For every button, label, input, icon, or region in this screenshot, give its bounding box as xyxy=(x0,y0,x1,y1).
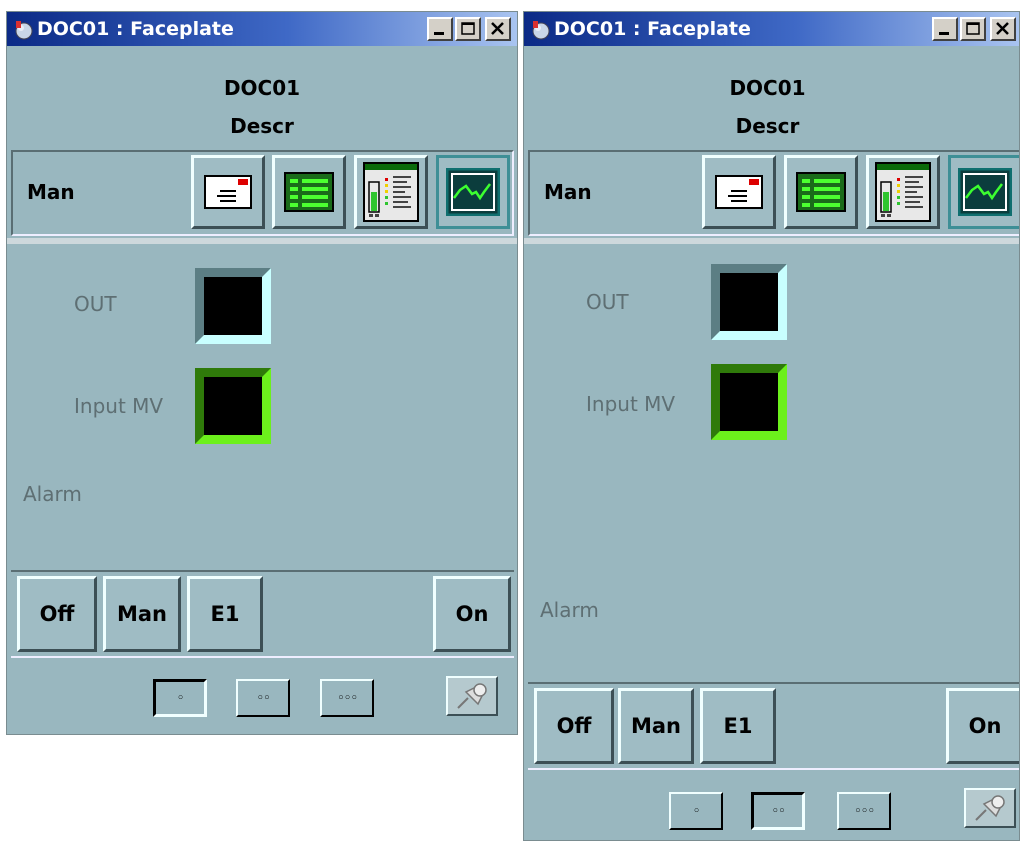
off-button[interactable]: Off xyxy=(534,688,614,764)
bargraph-view-icon xyxy=(363,162,419,222)
mode-view-bar: Man xyxy=(11,150,514,236)
window-title: DOC01 : Faceplate xyxy=(554,18,751,40)
minimize-icon xyxy=(434,32,444,35)
on-button[interactable]: On xyxy=(433,576,511,652)
window-title: DOC01 : Faceplate xyxy=(37,18,234,40)
tag-description: Descr xyxy=(735,114,800,138)
on-button[interactable]: On xyxy=(946,688,1019,764)
bargraph-view-button[interactable] xyxy=(354,155,428,229)
size-medium-button[interactable]: ◦◦ xyxy=(751,792,805,830)
out-label: OUT xyxy=(74,292,117,316)
parameter-list-button[interactable] xyxy=(784,155,858,229)
title-bar[interactable]: DOC01 : Faceplate xyxy=(524,12,1019,46)
tag-name: DOC01 xyxy=(223,76,301,100)
message-view-button[interactable] xyxy=(702,155,776,229)
faceplate-app-icon xyxy=(13,18,35,40)
size-small-button[interactable]: ◦ xyxy=(669,792,723,830)
bargraph-view-button[interactable] xyxy=(866,155,940,229)
man-button[interactable]: Man xyxy=(103,576,181,652)
size-large-button[interactable]: ◦◦◦ xyxy=(320,679,374,717)
maximize-button[interactable] xyxy=(455,17,481,41)
faceplate-window-1: DOC01 : Faceplate DOC01 Descr Man OUT In… xyxy=(6,11,518,735)
trend-view-icon xyxy=(958,168,1012,216)
mode-indicator: Man xyxy=(544,180,592,204)
pin-button[interactable] xyxy=(964,788,1016,828)
title-bar[interactable]: DOC01 : Faceplate xyxy=(7,12,517,46)
out-value-box[interactable] xyxy=(711,264,787,340)
close-icon xyxy=(996,22,1009,35)
separator xyxy=(7,238,517,244)
input-mv-label: Input MV xyxy=(586,392,676,416)
off-button[interactable]: Off xyxy=(17,576,97,652)
input-mv-value-box[interactable] xyxy=(711,364,787,440)
maximize-icon xyxy=(461,22,475,35)
trend-view-button[interactable] xyxy=(436,155,510,229)
input-mv-label: Input MV xyxy=(74,394,164,418)
alarm-label: Alarm xyxy=(23,482,82,506)
size-medium-button[interactable]: ◦◦ xyxy=(236,679,290,717)
message-view-icon xyxy=(715,175,763,209)
tag-name: DOC01 xyxy=(729,76,806,100)
separator xyxy=(524,238,1019,244)
close-button[interactable] xyxy=(485,17,511,41)
close-button[interactable] xyxy=(990,17,1016,41)
command-bar: Off Man E1 On xyxy=(11,570,514,658)
trend-view-icon xyxy=(446,168,500,216)
size-large-button[interactable]: ◦◦◦ xyxy=(837,792,891,830)
faceplate-window-2: DOC01 : Faceplate DOC01 Descr Man OUT In… xyxy=(523,11,1020,841)
e1-button[interactable]: E1 xyxy=(700,688,776,764)
message-view-button[interactable] xyxy=(191,155,265,229)
parameter-list-icon xyxy=(796,172,846,212)
input-mv-value-box[interactable] xyxy=(195,368,271,444)
alarm-label: Alarm xyxy=(540,598,599,622)
parameter-list-icon xyxy=(284,172,334,212)
mode-indicator: Man xyxy=(27,180,75,204)
out-label: OUT xyxy=(586,290,629,314)
minimize-button[interactable] xyxy=(427,17,453,41)
maximize-icon xyxy=(966,22,980,35)
maximize-button[interactable] xyxy=(960,17,986,41)
size-small-button[interactable]: ◦ xyxy=(153,679,207,717)
message-view-icon xyxy=(204,175,252,209)
bargraph-view-icon xyxy=(875,162,931,222)
mode-view-bar: Man xyxy=(528,150,1019,236)
faceplate-app-icon xyxy=(530,18,552,40)
man-button[interactable]: Man xyxy=(618,688,694,764)
pin-button[interactable] xyxy=(446,676,498,716)
pushpin-icon xyxy=(975,795,1005,821)
pushpin-icon xyxy=(457,683,487,709)
trend-view-button[interactable] xyxy=(948,155,1019,229)
parameter-list-button[interactable] xyxy=(272,155,346,229)
close-icon xyxy=(491,22,504,35)
command-bar: Off Man E1 On xyxy=(528,682,1019,770)
tag-description: Descr xyxy=(230,114,294,138)
minimize-button[interactable] xyxy=(932,17,958,41)
e1-button[interactable]: E1 xyxy=(187,576,263,652)
minimize-icon xyxy=(939,32,949,35)
out-value-box[interactable] xyxy=(195,268,271,344)
